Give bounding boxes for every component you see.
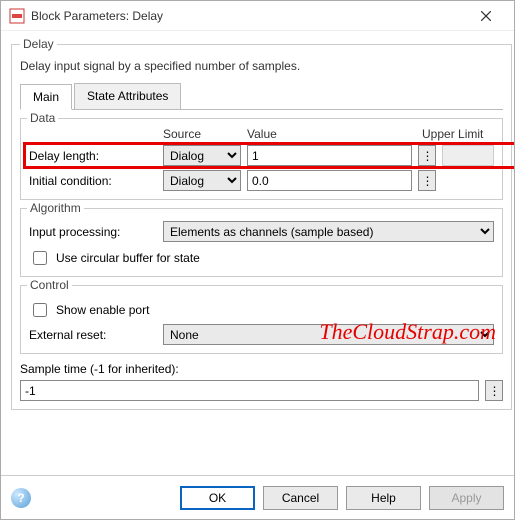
initial-condition-value[interactable]: [247, 170, 412, 191]
cancel-button[interactable]: Cancel: [263, 486, 338, 510]
algorithm-legend: Algorithm: [27, 201, 84, 215]
external-reset-label: External reset:: [29, 328, 157, 342]
data-group: Data Source Value Upper Limit Delay leng…: [20, 118, 503, 200]
initial-condition-more[interactable]: ⋮: [418, 170, 436, 191]
sample-time-row: Sample time (-1 for inherited): ⋮: [20, 362, 503, 401]
footer: ? OK Cancel Help Apply: [1, 475, 514, 519]
input-processing-label: Input processing:: [29, 225, 157, 239]
circular-buffer-checkbox[interactable]: [33, 251, 47, 265]
help-button[interactable]: Help: [346, 486, 421, 510]
data-headers: Source Value Upper Limit: [29, 127, 494, 141]
window-title: Block Parameters: Delay: [31, 9, 466, 23]
tab-main[interactable]: Main: [20, 84, 72, 110]
delay-length-upper-limit: [442, 145, 494, 166]
tab-bar: Main State Attributes: [20, 83, 503, 110]
help-icon[interactable]: ?: [11, 488, 31, 508]
titlebar: Block Parameters: Delay: [1, 1, 514, 31]
sample-time-more[interactable]: ⋮: [485, 380, 503, 401]
close-button[interactable]: [466, 1, 506, 31]
control-legend: Control: [27, 278, 72, 292]
sample-time-value[interactable]: [20, 380, 479, 401]
delay-length-source[interactable]: Dialog: [163, 145, 241, 166]
circular-buffer-label: Use circular buffer for state: [56, 251, 200, 265]
delay-length-value[interactable]: [247, 145, 412, 166]
sample-time-label: Sample time (-1 for inherited):: [20, 362, 503, 376]
header-upper-limit: Upper Limit: [422, 127, 494, 141]
algorithm-group: Algorithm Input processing: Elements as …: [20, 208, 503, 277]
header-value: Value: [247, 127, 416, 141]
show-enable-port-checkbox[interactable]: [33, 303, 47, 317]
show-enable-port-label: Show enable port: [56, 303, 149, 317]
ok-button[interactable]: OK: [180, 486, 255, 510]
tab-state-attributes[interactable]: State Attributes: [74, 83, 181, 109]
initial-condition-source[interactable]: Dialog: [163, 170, 241, 191]
apply-button[interactable]: Apply: [429, 486, 504, 510]
initial-condition-row: Initial condition: Dialog ⋮: [29, 170, 494, 191]
delay-length-more[interactable]: ⋮: [418, 145, 436, 166]
delay-group: Delay Delay input signal by a specified …: [11, 37, 512, 410]
control-group: Control Show enable port External reset:…: [20, 285, 503, 354]
delay-legend: Delay: [20, 37, 57, 51]
delay-length-row: Delay length: Dialog ⋮: [29, 145, 494, 166]
app-icon: [9, 8, 25, 24]
data-legend: Data: [27, 111, 58, 125]
initial-condition-label: Initial condition:: [29, 174, 157, 188]
description: Delay input signal by a specified number…: [20, 55, 503, 83]
external-reset-select[interactable]: None: [163, 324, 494, 345]
header-source: Source: [163, 127, 241, 141]
delay-length-label: Delay length:: [29, 149, 157, 163]
content-area: Delay Delay input signal by a specified …: [1, 31, 514, 475]
input-processing-select[interactable]: Elements as channels (sample based): [163, 221, 494, 242]
dialog-window: Block Parameters: Delay Delay Delay inpu…: [0, 0, 515, 520]
